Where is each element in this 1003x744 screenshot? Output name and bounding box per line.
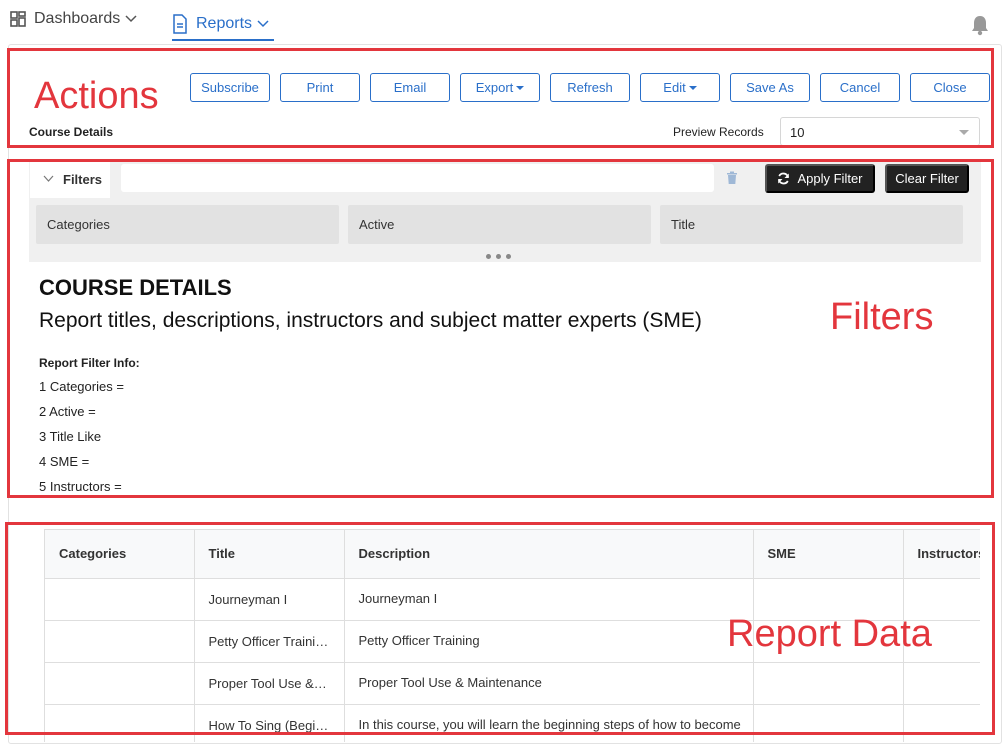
filters-toggle[interactable]: Filters	[30, 160, 110, 198]
column-header-instructors[interactable]: Instructors	[903, 530, 980, 579]
cell-categories	[45, 662, 195, 705]
cell-instructors	[903, 662, 980, 705]
dashboard-icon	[10, 11, 26, 27]
cell-sme	[753, 662, 904, 705]
clear-filter-button[interactable]: Clear Filter	[885, 164, 969, 193]
trash-icon[interactable]	[726, 171, 738, 185]
edit-button-label: Edit	[663, 80, 686, 95]
export-button-label: Export	[475, 80, 514, 95]
nav-dashboards-label: Dashboards	[34, 10, 121, 27]
email-button[interactable]: Email	[370, 73, 450, 102]
resize-handle[interactable]	[486, 254, 511, 259]
preview-records-select[interactable]: 10	[780, 117, 980, 146]
cell-categories	[45, 578, 195, 621]
apply-filter-label: Apply Filter	[797, 171, 863, 186]
filter-chip-active[interactable]: Active	[348, 205, 651, 244]
cell-title: How To Sing (Beginner)	[194, 704, 345, 742]
chevron-down-icon	[959, 130, 969, 135]
cell-instructors	[903, 704, 980, 742]
chevron-down-icon	[125, 15, 137, 23]
cell-title: Petty Officer Training	[194, 620, 345, 663]
apply-filter-button[interactable]: Apply Filter	[765, 164, 875, 193]
filter-info-line: 1 Categories =	[39, 379, 124, 394]
report-data-annotation-label: Report Data	[727, 613, 932, 655]
chevron-down-icon	[257, 19, 269, 27]
subscribe-button[interactable]: Subscribe	[190, 73, 270, 102]
actions-annotation-label: Actions	[34, 75, 159, 117]
column-header-description[interactable]: Description	[344, 530, 754, 579]
filter-info-title: Report Filter Info:	[39, 356, 140, 370]
cell-categories	[45, 704, 195, 742]
top-navigation: Dashboards Reports	[0, 0, 1003, 44]
nav-reports-label: Reports	[196, 14, 253, 32]
chevron-down-icon	[43, 175, 54, 182]
close-button[interactable]: Close	[910, 73, 990, 102]
preview-records-label: Preview Records	[673, 125, 764, 139]
filter-chip-categories[interactable]: Categories	[36, 205, 339, 244]
edit-button[interactable]: Edit	[640, 73, 720, 102]
caret-down-icon	[516, 85, 525, 90]
save-as-button[interactable]: Save As	[730, 73, 810, 102]
refresh-icon	[778, 172, 790, 185]
report-subheading: Report titles, descriptions, instructors…	[39, 309, 702, 332]
filter-info-line: 2 Active =	[39, 404, 96, 419]
cell-sme	[753, 704, 904, 742]
print-button[interactable]: Print	[280, 73, 360, 102]
nav-reports[interactable]: Reports	[172, 8, 275, 41]
report-icon	[173, 13, 187, 34]
export-button[interactable]: Export	[460, 73, 540, 102]
filter-info-line: 3 Title Like	[39, 429, 102, 444]
cell-categories	[45, 620, 195, 663]
caret-down-icon	[688, 85, 697, 90]
report-name: Course Details	[29, 125, 114, 139]
filter-input[interactable]	[121, 164, 714, 192]
bell-icon[interactable]	[970, 14, 990, 36]
column-header-categories[interactable]: Categories	[45, 530, 195, 579]
filter-info-line: 5 Instructors =	[39, 479, 122, 494]
cell-description: In this course, you will learn the begin…	[344, 704, 754, 742]
filter-info-line: 4 SME =	[39, 454, 90, 469]
table-header-row: Categories Title Description SME Instruc…	[45, 530, 980, 579]
filter-chip-title[interactable]: Title	[660, 205, 963, 244]
cell-description: Petty Officer Training	[344, 620, 754, 663]
cell-description: Proper Tool Use & Maintenance	[344, 662, 754, 705]
nav-dashboards[interactable]: Dashboards	[10, 10, 138, 28]
column-header-title[interactable]: Title	[194, 530, 345, 579]
cancel-button[interactable]: Cancel	[820, 73, 900, 102]
cell-description: Journeyman I	[344, 578, 754, 621]
cell-title: Journeyman I	[194, 578, 345, 621]
cell-title: Proper Tool Use & Maintenance	[194, 662, 345, 705]
report-heading: COURSE DETAILS	[39, 275, 232, 300]
refresh-button[interactable]: Refresh	[550, 73, 630, 102]
filters-annotation-label: Filters	[830, 296, 934, 338]
table-row: How To Sing (Beginner) In this course, y…	[45, 704, 980, 742]
table-row: Proper Tool Use & Maintenance Proper Too…	[45, 662, 980, 705]
filters-tab-label: Filters	[63, 171, 103, 187]
preview-records-value: 10	[790, 125, 805, 140]
column-header-sme[interactable]: SME	[753, 530, 904, 579]
